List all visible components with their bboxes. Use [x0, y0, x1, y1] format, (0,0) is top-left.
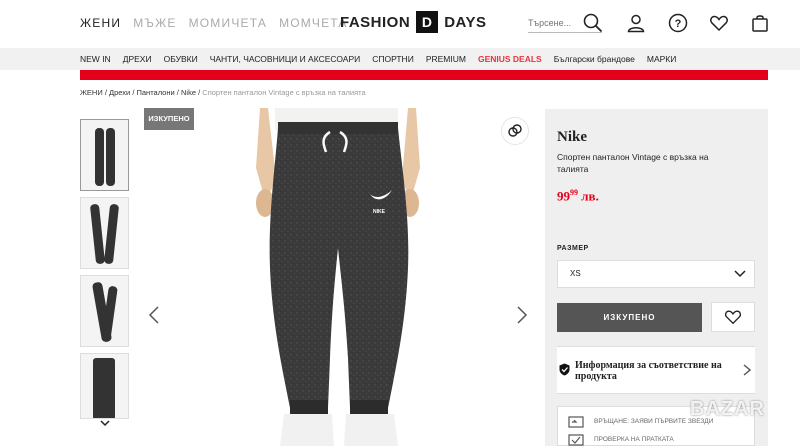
- price-currency: лв.: [581, 188, 599, 204]
- nav-shoes[interactable]: ОБУВКИ: [164, 54, 198, 64]
- sold-out-button[interactable]: ИЗКУПЕНО: [557, 303, 702, 332]
- chevron-down-icon[interactable]: [100, 419, 110, 427]
- shield-check-icon: [559, 363, 570, 376]
- nav-clothes[interactable]: ДРЕХИ: [123, 54, 152, 64]
- search-button[interactable]: [582, 12, 604, 34]
- thumbnail[interactable]: [80, 197, 129, 269]
- heart-icon: [710, 15, 728, 32]
- add-to-wishlist-button[interactable]: [711, 302, 755, 332]
- gender-women[interactable]: ЖЕНИ: [80, 16, 121, 30]
- site-logo[interactable]: FASHION D DAYS: [340, 11, 487, 33]
- breadcrumb-separator: /: [176, 88, 179, 97]
- size-selected-value: XS: [570, 269, 581, 278]
- svg-text:?: ?: [675, 18, 682, 30]
- nav-genius-deals[interactable]: GENIUS DEALS: [478, 54, 542, 64]
- thumbnail-list: [80, 119, 129, 425]
- thumbnail[interactable]: [80, 275, 129, 347]
- gender-boys[interactable]: МОМЧЕТА: [279, 16, 348, 30]
- breadcrumb-nike[interactable]: Nike: [181, 88, 196, 97]
- top-header: ЖЕНИ МЪЖЕ МОМИЧЕТА МОМЧЕТА FASHION D DAY…: [0, 0, 800, 48]
- nav-sport[interactable]: СПОРТНИ: [372, 54, 414, 64]
- garment-logo-text: NIKE: [373, 209, 386, 215]
- product-photo: NIKE: [256, 108, 420, 446]
- breadcrumb-trousers[interactable]: Панталони: [137, 88, 175, 97]
- compliance-text: Информация за съответствие на продукта: [575, 360, 722, 382]
- thumbnail[interactable]: [80, 353, 129, 419]
- wishlist-button[interactable]: [708, 12, 730, 34]
- product-price: 9999 лв.: [557, 188, 599, 204]
- heart-icon: [724, 310, 742, 325]
- return-icon: [568, 416, 584, 428]
- chevron-down-icon: [734, 270, 746, 278]
- sold-out-tag: ИЗКУПЕНО: [144, 108, 194, 130]
- breadcrumb-separator: /: [132, 88, 135, 97]
- chevron-right-icon: [743, 364, 751, 376]
- breadcrumb-current: Спортен панталон Vintage с връзка на тал…: [202, 88, 366, 97]
- user-icon: [627, 14, 645, 33]
- breadcrumb-women[interactable]: ЖЕНИ: [80, 88, 103, 97]
- size-select[interactable]: XS: [557, 260, 755, 288]
- size-label: РАЗМЕР: [557, 245, 589, 252]
- share-icon: [508, 124, 522, 137]
- watermark: BAZAR: [690, 398, 765, 420]
- gender-girls[interactable]: МОМИЧЕТА: [189, 16, 268, 30]
- price-cents: 99: [570, 188, 578, 197]
- next-image-button[interactable]: [516, 306, 528, 324]
- package-check-icon: [568, 434, 584, 446]
- compliance-info-row[interactable]: Информация за съответствие на продукта: [557, 346, 755, 394]
- gender-men[interactable]: МЪЖЕ: [133, 16, 176, 30]
- prev-image-button[interactable]: [148, 306, 160, 324]
- breadcrumb-separator: /: [104, 88, 107, 97]
- share-button[interactable]: [501, 117, 529, 145]
- main-product-image[interactable]: NIKE: [140, 108, 535, 446]
- breadcrumb-separator: /: [198, 88, 201, 97]
- product-brand[interactable]: Nike: [557, 129, 587, 146]
- account-button[interactable]: [625, 12, 647, 34]
- help-button[interactable]: ?: [667, 12, 689, 34]
- breadcrumb-clothes[interactable]: Дрехи: [109, 88, 130, 97]
- info-parcel-check: ПРОВЕРКА НА ПРАТКАТА: [594, 436, 674, 443]
- promo-banner[interactable]: [80, 70, 768, 80]
- nav-bulgarian-brands[interactable]: Български брандове: [554, 54, 635, 64]
- nav-bags-watches[interactable]: ЧАНТИ, ЧАСОВНИЦИ И АКСЕСОАРИ: [210, 54, 361, 64]
- price-main: 99: [557, 188, 570, 204]
- nav-premium[interactable]: PREMIUM: [426, 54, 466, 64]
- cart-button[interactable]: [749, 12, 771, 34]
- logo-text-right: DAYS: [444, 13, 487, 31]
- breadcrumb: ЖЕНИ / Дрехи / Панталони / Nike / Спорте…: [80, 88, 366, 97]
- nav-new-in[interactable]: NEW IN: [80, 54, 111, 64]
- search-input[interactable]: [528, 14, 582, 32]
- search-icon: [583, 13, 603, 33]
- product-name: Спортен панталон Vintage с връзка на тал…: [557, 152, 709, 174]
- main-nav: NEW IN ДРЕХИ ОБУВКИ ЧАНТИ, ЧАСОВНИЦИ И А…: [0, 48, 800, 70]
- logo-mark: D: [416, 11, 439, 33]
- thumbnail[interactable]: [80, 119, 129, 191]
- logo-text-left: FASHION: [340, 13, 411, 31]
- gender-switcher: ЖЕНИ МЪЖЕ МОМИЧЕТА МОМЧЕТА: [80, 16, 348, 30]
- nav-brands[interactable]: МАРКИ: [647, 54, 676, 64]
- help-icon: ?: [668, 13, 688, 33]
- bag-icon: [752, 15, 768, 32]
